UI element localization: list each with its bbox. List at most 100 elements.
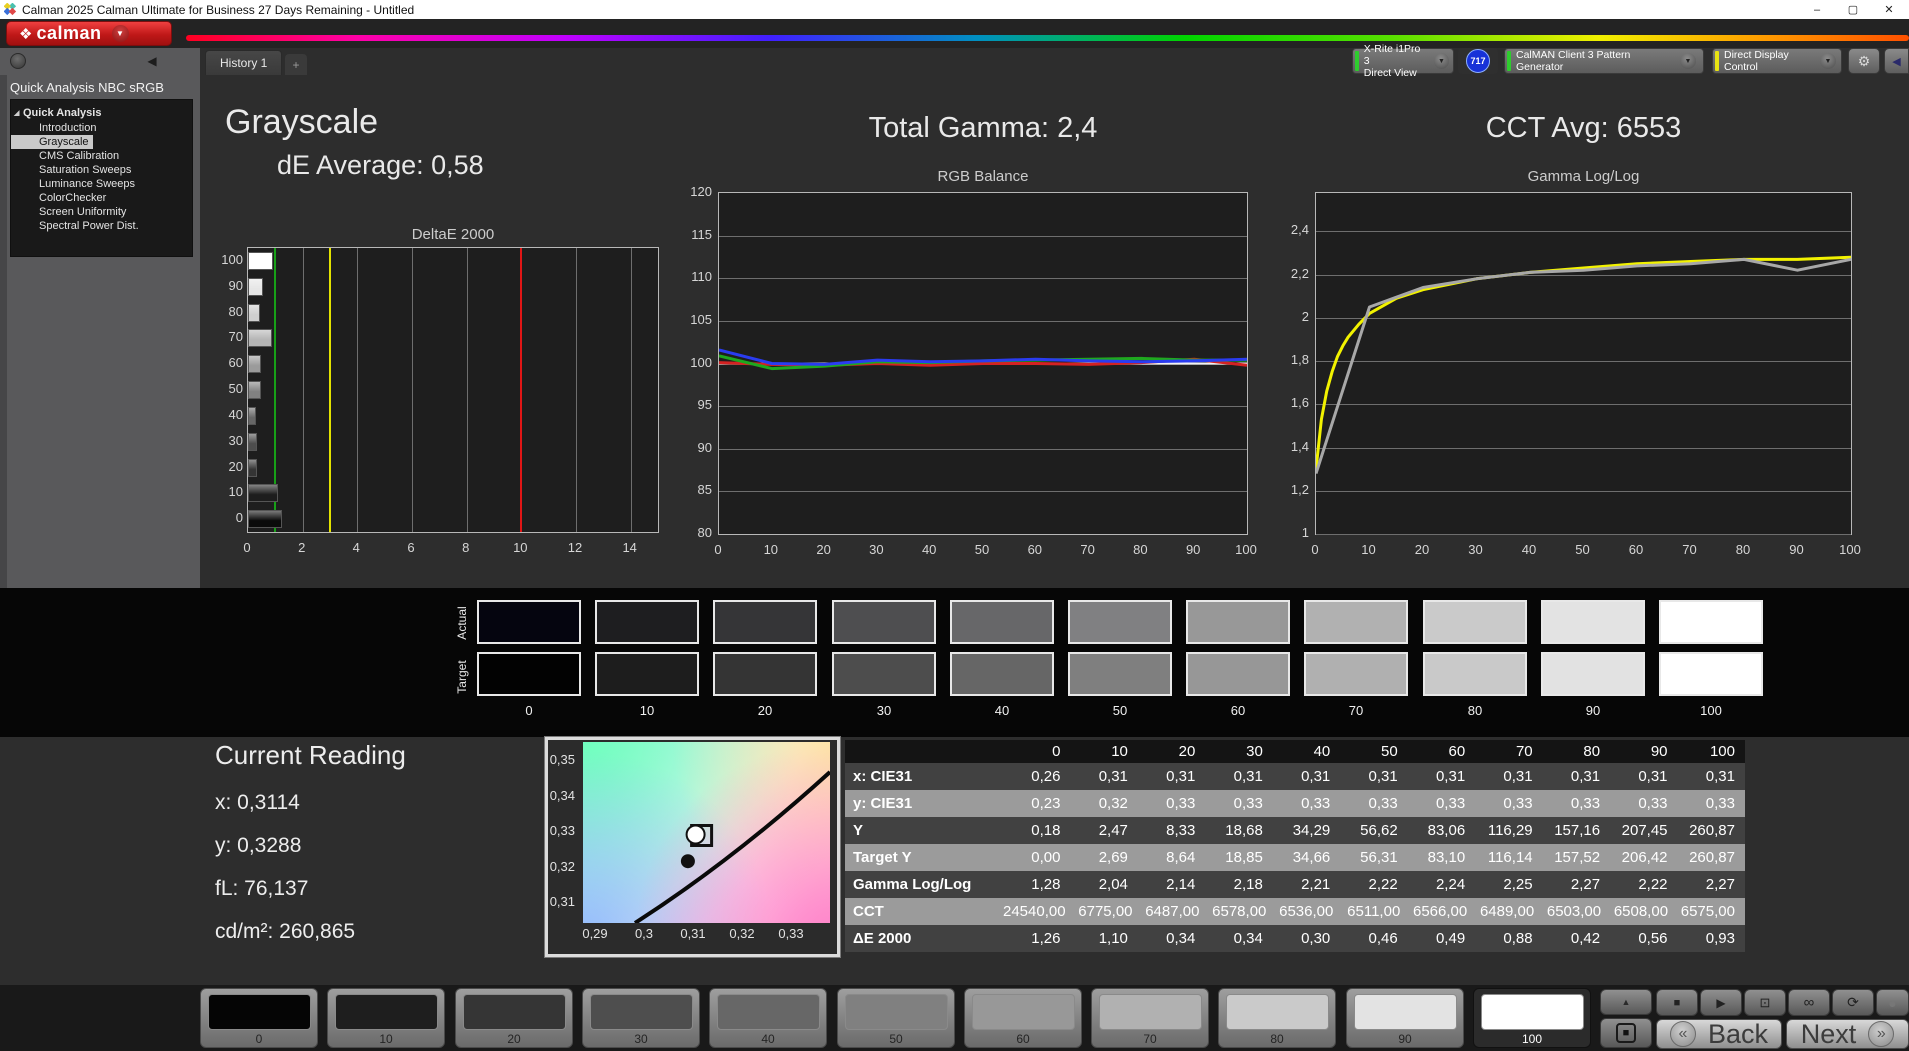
tree-item-screen-uniformity[interactable]: Screen Uniformity xyxy=(11,205,192,219)
pattern-tile-40[interactable]: 40 xyxy=(709,988,827,1048)
table-col-header-10: 10 xyxy=(1070,743,1137,760)
pattern-tile-90[interactable]: 90 xyxy=(1346,988,1464,1048)
actual-swatch-80 xyxy=(1423,600,1527,644)
table-col-header-30: 30 xyxy=(1205,743,1272,760)
title-bar: Calman 2025 Calman Ultimate for Business… xyxy=(0,0,1909,19)
deltae-reference-line xyxy=(329,248,331,532)
deltae-bar-20 xyxy=(248,459,257,477)
panel-collapse-button[interactable]: ◀ xyxy=(1884,48,1909,74)
actual-swatch-90 xyxy=(1541,600,1645,644)
next-button[interactable]: Next » xyxy=(1786,1019,1909,1049)
band-level-label: 100 xyxy=(1659,703,1763,718)
current-reading-line-2: fL: 76,137 xyxy=(215,877,308,901)
pattern-generator-dropdown[interactable]: CalMAN Client 3 Pattern Generator ▼ xyxy=(1504,48,1704,74)
tree-item-spectral-power-dist-[interactable]: Spectral Power Dist. xyxy=(11,219,192,233)
table-cell: 116,14 xyxy=(1475,849,1542,866)
deltae-y-tick: 60 xyxy=(207,355,243,370)
cie-plot-area xyxy=(583,742,830,923)
table-cell: 18,85 xyxy=(1205,849,1272,866)
table-cell: 0,49 xyxy=(1408,930,1475,947)
refresh-button[interactable]: ⟳ xyxy=(1832,989,1874,1016)
rgb-x-tick: 0 xyxy=(702,542,734,557)
tree-expander-icon[interactable]: ◢ xyxy=(14,109,19,117)
calman-menu-button[interactable]: ❖ calman ▼ xyxy=(6,21,172,46)
pattern-window-button[interactable]: ⊡ xyxy=(1744,989,1786,1016)
band-level-label: 10 xyxy=(595,703,699,718)
pattern-tile-30[interactable]: 30 xyxy=(582,988,700,1048)
rgb-y-tick: 115 xyxy=(676,227,712,242)
pattern-tile-label: 20 xyxy=(456,1032,572,1046)
pattern-tile-60[interactable]: 60 xyxy=(964,988,1082,1048)
target-swatch-10 xyxy=(595,652,699,696)
pattern-tile-20[interactable]: 20 xyxy=(455,988,573,1048)
record-button[interactable]: ● xyxy=(1876,989,1909,1016)
row-label: Y xyxy=(845,822,1003,839)
pattern-toggle-button[interactable]: ■ xyxy=(1600,1018,1652,1048)
close-button[interactable]: ✕ xyxy=(1871,0,1907,19)
tree-item-grayscale[interactable]: Grayscale xyxy=(11,135,93,149)
table-cell: 0,42 xyxy=(1543,930,1610,947)
table-cell: 0,31 xyxy=(1070,768,1137,785)
table-cell: 0,93 xyxy=(1678,930,1745,947)
meter-name: X-Rite i1Pro 3 xyxy=(1364,43,1426,67)
rgb-y-tick: 90 xyxy=(676,440,712,455)
table-cell: 2,22 xyxy=(1610,876,1677,893)
table-cell: 0,31 xyxy=(1340,768,1407,785)
workflow-title: Quick Analysis NBC sRGB xyxy=(10,80,164,95)
cie-y-tick: 0,31 xyxy=(535,894,575,909)
pattern-tile-label: 90 xyxy=(1347,1032,1463,1046)
pattern-tile-70[interactable]: 70 xyxy=(1091,988,1209,1048)
pattern-bar: 010 20 304050607080 90 100 ▲ ■ ■ ▶ ⊡ ∞ ⟳ ● «… xyxy=(0,985,1909,1051)
workflow-options-button[interactable] xyxy=(10,53,26,69)
maximize-button[interactable]: ▢ xyxy=(1835,0,1871,19)
pattern-tile-10[interactable]: 10 xyxy=(327,988,445,1048)
gamma-y-tick: 1,2 xyxy=(1273,482,1309,497)
minimize-button[interactable]: – xyxy=(1799,0,1835,19)
pattern-tile-80[interactable]: 80 xyxy=(1218,988,1336,1048)
table-cell: 0,18 xyxy=(1003,822,1070,839)
cie-y-tick: 0,33 xyxy=(535,823,575,838)
gamma-x-tick: 90 xyxy=(1781,542,1813,557)
gamma-y-tick: 2,4 xyxy=(1273,222,1309,237)
play-button[interactable]: ▶ xyxy=(1700,989,1742,1016)
table-col-header-0: 0 xyxy=(1003,743,1070,760)
pattern-tile-100[interactable]: 100 xyxy=(1473,988,1591,1048)
tree-item-introduction[interactable]: Introduction xyxy=(11,121,192,135)
table-cell: 157,52 xyxy=(1543,849,1610,866)
loop-button[interactable]: ∞ xyxy=(1788,989,1830,1016)
sidebar-collapse-icon[interactable]: ◀ xyxy=(142,51,162,71)
gear-icon[interactable]: ⚙ xyxy=(1848,48,1880,74)
calman-logo-text: calman xyxy=(36,23,101,44)
back-button[interactable]: « Back xyxy=(1656,1019,1782,1049)
tree-item-colorchecker[interactable]: ColorChecker xyxy=(11,191,192,205)
tree-root-quick-analysis[interactable]: ◢ Quick Analysis xyxy=(11,105,192,121)
gamma-x-tick: 30 xyxy=(1460,542,1492,557)
stop-button[interactable]: ■ xyxy=(1656,989,1698,1016)
table-cell: 56,62 xyxy=(1340,822,1407,839)
scroll-up-button[interactable]: ▲ xyxy=(1600,989,1652,1015)
deltae-x-tick: 8 xyxy=(452,540,480,555)
actual-swatch-10 xyxy=(595,600,699,644)
tab-history-1[interactable]: History 1 xyxy=(205,50,282,75)
table-col-header-100: 100 xyxy=(1678,743,1745,760)
tree-item-saturation-sweeps[interactable]: Saturation Sweeps xyxy=(11,163,192,177)
meter-dropdown[interactable]: X-Rite i1Pro 3 Direct View ▼ xyxy=(1352,48,1454,74)
pattern-tile-50[interactable]: 50 xyxy=(837,988,955,1048)
pattern-tile-0[interactable]: 0 xyxy=(200,988,318,1048)
rgb-x-tick: 20 xyxy=(808,542,840,557)
table-cell: 0,31 xyxy=(1678,768,1745,785)
add-tab-button[interactable]: + xyxy=(285,54,307,75)
table-cell: 0,46 xyxy=(1340,930,1407,947)
table-col-header-90: 90 xyxy=(1610,743,1677,760)
display-control-dropdown[interactable]: Direct Display Control ▼ xyxy=(1712,48,1842,74)
table-cell: 157,16 xyxy=(1543,822,1610,839)
gamma-y-tick: 2 xyxy=(1273,309,1309,324)
sidebar: Quick Analysis NBC sRGB ◢ Quick Analysis… xyxy=(0,75,200,588)
calman-app: Calman 2025 Calman Ultimate for Business… xyxy=(0,0,1909,1051)
tree-item-cms-calibration[interactable]: CMS Calibration xyxy=(11,149,192,163)
tree-item-luminance-sweeps[interactable]: Luminance Sweeps xyxy=(11,177,192,191)
cie-x-tick: 0,3 xyxy=(624,926,664,941)
gamma-x-tick: 70 xyxy=(1674,542,1706,557)
gamma-x-tick: 10 xyxy=(1353,542,1385,557)
table-cell: 0,56 xyxy=(1610,930,1677,947)
